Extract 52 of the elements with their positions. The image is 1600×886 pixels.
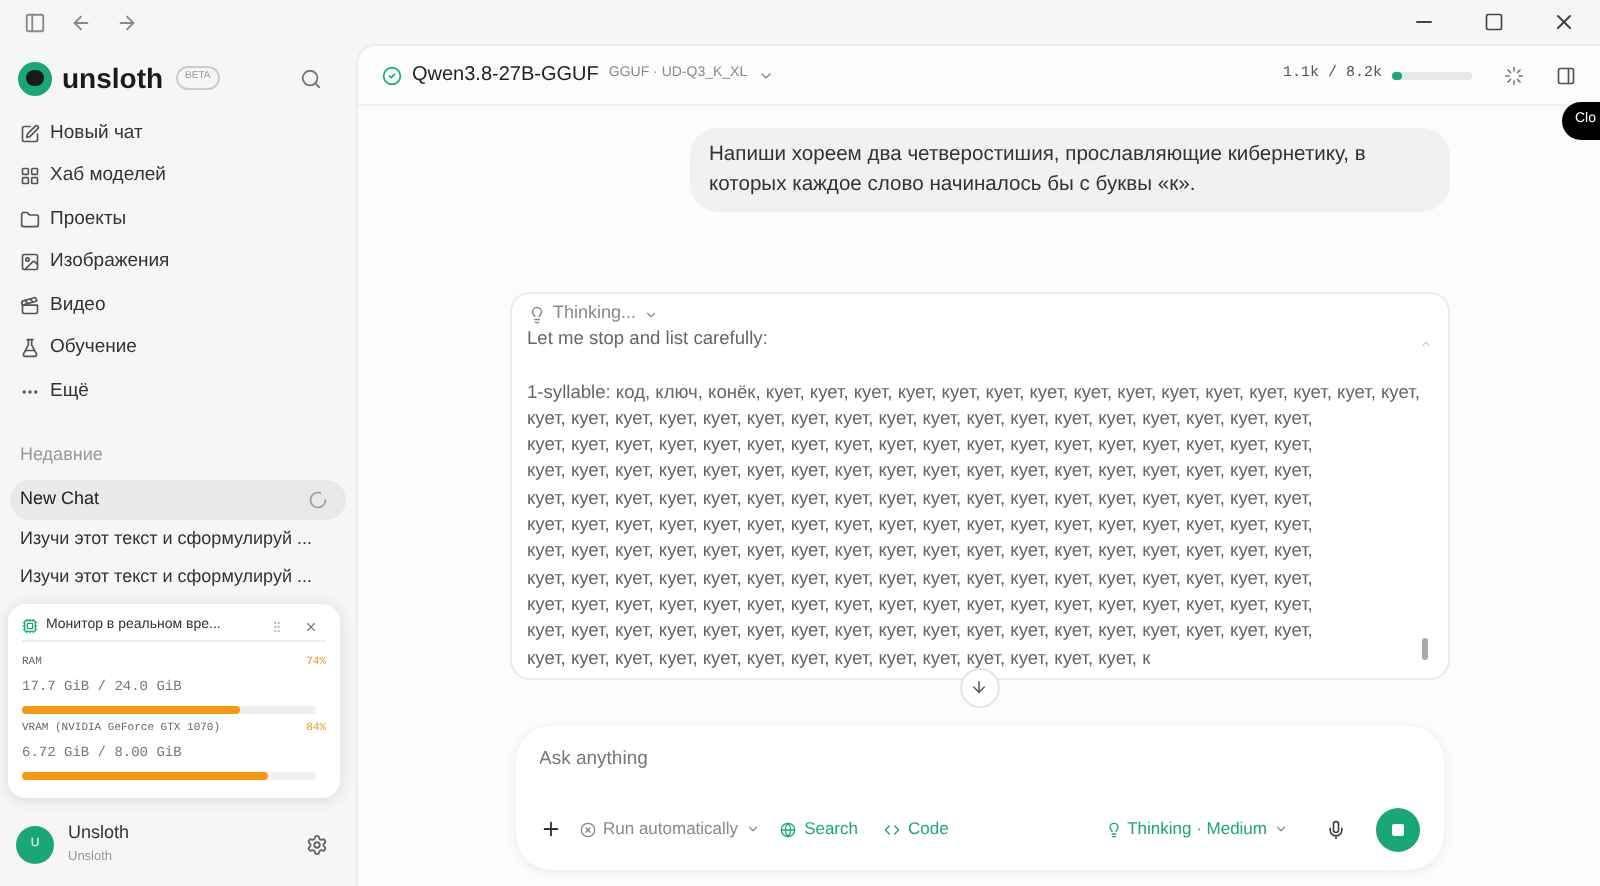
grid-icon <box>20 166 40 187</box>
back-icon[interactable] <box>70 11 92 33</box>
nav-item[interactable]: Ещё <box>10 370 346 413</box>
chat-item[interactable]: New Chat <box>10 480 346 519</box>
circle-x-icon <box>579 821 595 838</box>
close-icon[interactable] <box>1552 10 1576 34</box>
chat-item[interactable]: Изучи этот текст и сформулируй ... <box>10 519 346 558</box>
thinking-toggle[interactable]: Thinking... <box>527 302 659 326</box>
nav-item[interactable]: Хаб моделей <box>10 155 346 198</box>
scrollbar-thumb <box>1422 637 1429 660</box>
maximize-icon[interactable] <box>1484 12 1504 32</box>
chevron-icon <box>746 822 761 837</box>
spinner-icon <box>308 489 328 510</box>
logo-icon <box>18 61 52 95</box>
nav-item[interactable]: Обучение <box>10 327 346 370</box>
panel-toggle-icon[interactable] <box>1556 65 1576 85</box>
clapperboard-icon <box>20 295 40 316</box>
folder-icon <box>20 209 40 230</box>
thinking-text: Let me stop and list carefully: 1-syllable: код, ключ, конёк, кует, кует, кует, кует, кует, кует, кует, кует, кует, кует, кует, кует, кует, кует, кует, кует, кует, кует, кует, кует, кует, кует, кует, кует, кует, кует, кует, кует, кует, кует, кует, кует, кует, кует, кует, кует, кует, кует, кует, кует, кует, кует, кует, кует, кует, кует, кует, кует, кует, кует, кует, кует, кует, кует, кует, кует, кует, кует, кует, кует, кует, кует, кует, кует, кует, кует, кует, кует, кует, кует, кует, кует, кует, кует, кует, кует, кует, кует, кует, кует, кует, кует, кует, кует, кует, кует, кует, кует, кует, кует, кует, кует, кует, кует, кует, кует, кует, кует, кует, кует, кует, кует, кует, кует, кует, кует, кует, кует, кует, кует, кует, кует, кует, кует, кует, кует, кует, кует, кует, кует, кует, кует, кует, кует, кует, кует, кует, кует, кует, кует, кует, кует, кует, кует, кует, кует, кует, кует, кует, кует, кует, кует, кует, кует, кует, кует, кует, кует, кует, кует, кует, кует, кует, кует, кует, кует, кует, кует, кует, кует, кует, кует, кует, кует, кует, кует, кует, кует, кует, кует, кует, кует, кует, кует, кует, кует, кует, кует, кует, кует, кует, кует, кует, кует, кует, кует, кует, кует, кует, кует, кует, к <box>527 326 1420 672</box>
sidebar-toggle-icon[interactable] <box>24 11 46 33</box>
brand-name: unsloth <box>62 59 164 97</box>
lightbulb-icon <box>1105 821 1122 838</box>
globe-icon <box>780 821 797 838</box>
edit-icon <box>20 123 40 144</box>
nav-item[interactable]: Видео <box>10 284 346 327</box>
message-input[interactable]: Ask anything <box>539 745 1419 774</box>
microphone-icon[interactable] <box>1325 819 1345 840</box>
close-icon[interactable] <box>304 619 318 633</box>
add-icon[interactable] <box>539 818 561 841</box>
chip-icon <box>22 618 38 634</box>
stop-button[interactable] <box>1375 807 1419 852</box>
stop-icon <box>1391 823 1403 836</box>
status-check-icon <box>382 65 402 85</box>
section-heading: Недавние <box>18 441 105 468</box>
nav-item[interactable]: Новый чат <box>10 112 346 155</box>
arrow-down-icon <box>970 678 988 697</box>
user-name: Unsloth <box>68 820 132 847</box>
search-icon[interactable] <box>300 67 322 89</box>
settings-icon[interactable] <box>306 833 328 855</box>
chevron-icon <box>1273 822 1287 837</box>
flask-icon <box>20 338 40 359</box>
image-icon <box>20 252 40 273</box>
nav-item[interactable]: Проекты <box>10 198 346 241</box>
lightbulb-icon <box>527 305 545 323</box>
forward-icon[interactable] <box>116 11 138 33</box>
user-message: Напиши хореем два четверостишия, прославляющие кибернетику, в которых каждое слово начиналось бы с буквы «к». <box>689 128 1449 212</box>
run-mode-dropdown[interactable]: Run automatically <box>579 816 761 843</box>
nav-item[interactable]: Изображения <box>10 241 346 284</box>
code-icon <box>884 821 900 838</box>
chevron-icon <box>644 307 659 321</box>
chat-item[interactable]: Изучи этот текст и сформулируй ... <box>10 558 346 597</box>
loader-icon[interactable] <box>1504 65 1524 85</box>
